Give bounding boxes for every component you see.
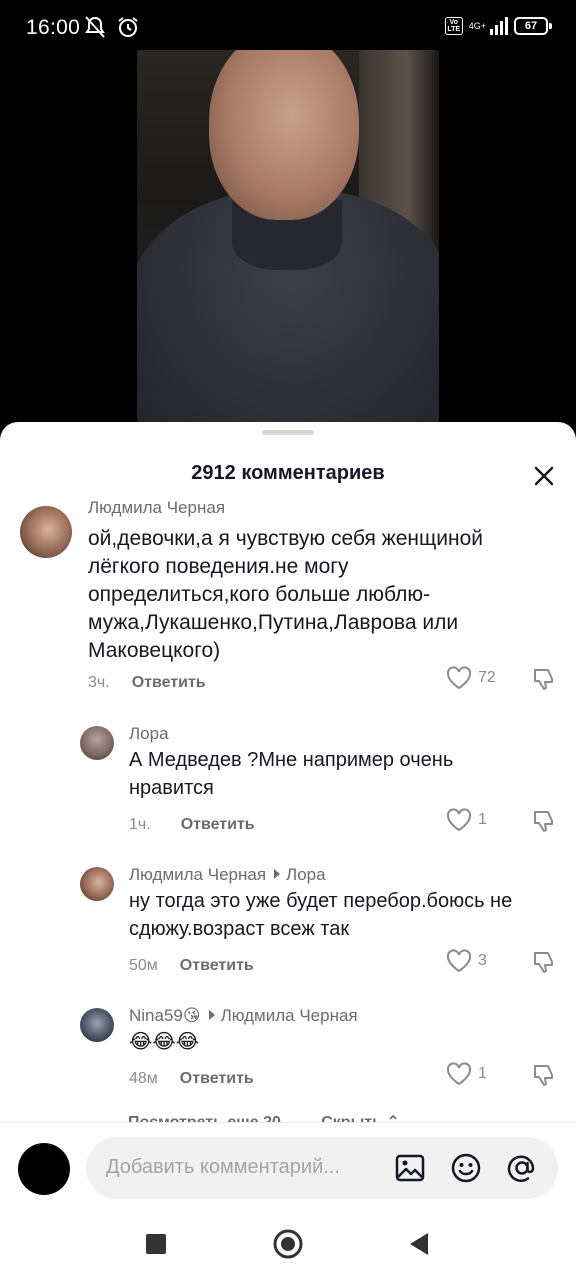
triangle-back-icon[interactable] <box>408 1231 430 1257</box>
video-preview[interactable] <box>137 50 439 422</box>
at-icon[interactable] <box>506 1152 538 1184</box>
view-more-replies[interactable]: Посмотреть еще 20 ⌄ Скрыть ⌃ <box>128 1112 400 1122</box>
comment-time: 48м <box>129 1070 158 1087</box>
system-nav-bar <box>0 1212 576 1280</box>
volte-icon: Vo LTE <box>444 17 463 35</box>
like-count: 1 <box>478 1065 487 1082</box>
heart-outline-icon <box>446 808 472 832</box>
comment-text: ой,девочки,а я чувствую себя женщиной лё… <box>88 527 484 662</box>
comment-input[interactable]: Добавить комментарий... <box>86 1137 558 1199</box>
heart-outline-icon <box>446 666 472 690</box>
thumbs-down-icon[interactable] <box>531 666 557 692</box>
thumbs-down-icon[interactable] <box>531 949 557 975</box>
my-avatar[interactable] <box>18 1143 70 1195</box>
like-button[interactable]: 72 <box>446 666 496 690</box>
emoji-icon[interactable] <box>450 1152 482 1184</box>
comment-text: 😂😂😂 <box>129 1031 200 1053</box>
mute-notifications-icon <box>85 16 105 38</box>
reply-button[interactable]: Ответить <box>180 957 254 975</box>
avatar[interactable] <box>80 867 114 901</box>
avatar[interactable] <box>20 506 72 558</box>
avatar[interactable] <box>80 726 114 760</box>
comment-author[interactable]: Nina59😘 Людмила Черная <box>129 1006 358 1026</box>
like-button[interactable]: 1 <box>446 808 487 832</box>
battery-icon: 67 <box>514 17 552 35</box>
thumbs-down-icon[interactable] <box>531 1062 557 1088</box>
comment-time: 3ч. <box>88 674 110 691</box>
signal-icon <box>490 17 508 35</box>
drag-handle[interactable] <box>262 430 314 435</box>
comment-time: 1ч. <box>129 816 151 833</box>
reply-to-user[interactable]: Людмила Черная <box>221 1006 358 1025</box>
reply-button[interactable]: Ответить <box>180 1070 254 1088</box>
like-count: 1 <box>478 811 487 828</box>
status-time: 16:00 <box>26 16 81 39</box>
comments-sheet: 2912 комментариев Людмила Черная ой,дево… <box>0 422 576 1280</box>
comment-input-placeholder[interactable]: Добавить комментарий... <box>106 1156 376 1179</box>
comment-author[interactable]: Лора <box>129 724 169 744</box>
comment-text: ну тогда это уже будет перебор.боюсь не … <box>129 890 513 940</box>
heart-outline-icon <box>446 1062 472 1086</box>
comment-author[interactable]: Людмила Черная Лора <box>129 865 326 885</box>
chevron-up-icon: ⌃ <box>386 1114 399 1122</box>
close-icon[interactable] <box>532 464 556 488</box>
circle-icon[interactable] <box>273 1229 303 1259</box>
comment-composer: Добавить комментарий... <box>0 1122 576 1212</box>
reply-button[interactable]: Ответить <box>132 674 206 692</box>
network-type: 4G+ <box>468 20 486 31</box>
heart-outline-icon <box>446 949 472 973</box>
thumbs-down-icon[interactable] <box>531 808 557 834</box>
comments-list[interactable]: Людмила Черная ой,девочки,а я чувствую с… <box>0 498 576 1122</box>
like-count: 3 <box>478 952 487 969</box>
view-more-button[interactable]: Посмотреть еще 20 <box>128 1114 281 1122</box>
like-count: 72 <box>478 669 496 686</box>
image-icon[interactable] <box>394 1152 426 1184</box>
like-button[interactable]: 3 <box>446 949 487 973</box>
status-bar: 16:00 Vo LTE 4G+ 67 <box>0 0 576 56</box>
comment-text: А Медведев ?Мне например очень нравится <box>129 749 454 799</box>
reply-button[interactable]: Ответить <box>181 816 255 834</box>
comment-time: 50м <box>129 957 158 974</box>
comments-count-title: 2912 комментариев <box>191 462 385 484</box>
alarm-icon <box>118 17 138 37</box>
avatar[interactable] <box>80 1008 114 1042</box>
reply-to-user[interactable]: Лора <box>286 865 326 884</box>
like-button[interactable]: 1 <box>446 1062 487 1086</box>
chevron-down-icon: ⌄ <box>285 1114 303 1122</box>
square-icon[interactable] <box>146 1234 166 1254</box>
author-emoji: 😘 <box>182 1006 201 1025</box>
comment-author[interactable]: Людмила Черная <box>88 498 225 518</box>
hide-replies-button[interactable]: Скрыть <box>321 1114 382 1122</box>
